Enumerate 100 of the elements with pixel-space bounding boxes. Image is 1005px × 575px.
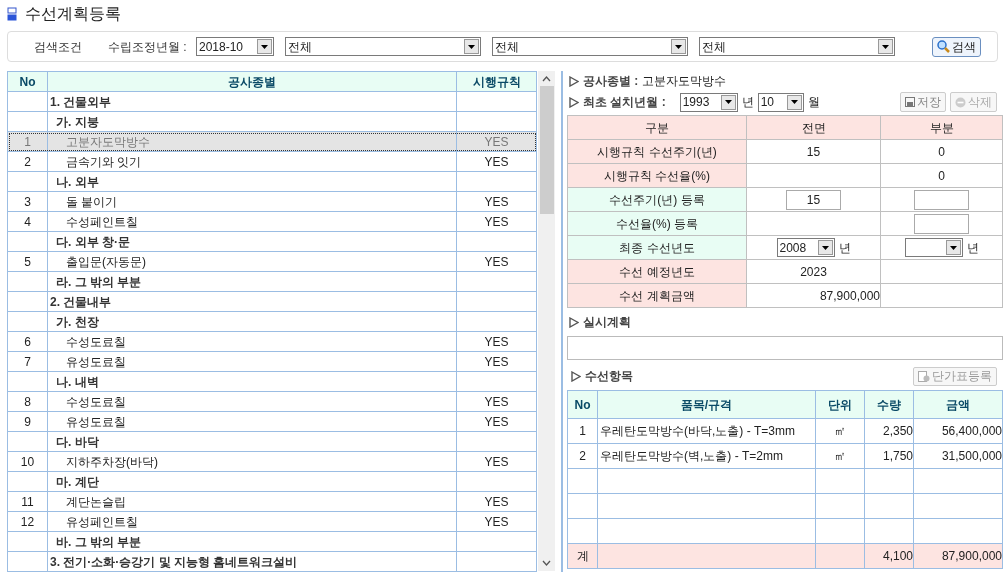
total-label: 계 [567, 543, 598, 569]
table-cell: 31,500,000 [913, 443, 1003, 469]
title-bullet-icon [7, 7, 17, 21]
add-page-icon [918, 370, 930, 382]
work-row[interactable]: 12 유성페인트칠 YES [7, 511, 537, 532]
work-row[interactable]: 3 돌 붙이기 YES [7, 191, 537, 212]
section-title: 실시계획 [583, 314, 631, 331]
table-cell: YES [456, 491, 537, 512]
table-cell: 10 [7, 451, 48, 472]
work-row[interactable]: 7 유성도료칠 YES [7, 351, 537, 372]
row-label: 수선주기(년) 등록 [567, 187, 747, 212]
column-header: 전면 [746, 115, 881, 140]
table-cell: 2,350 [864, 418, 914, 444]
work-row[interactable]: 4 수성페인트칠 YES [7, 211, 537, 232]
table-cell: YES [456, 131, 537, 152]
period-dropdown[interactable]: 2018-10 [196, 37, 274, 56]
table-cell: 출입문(자동문) [47, 251, 457, 272]
table-cell: YES [456, 191, 537, 212]
table-cell: 2 [7, 151, 48, 172]
column-header: 단위 [815, 390, 865, 419]
table-cell: 0 [880, 163, 1003, 188]
unit-label: 년 [741, 94, 754, 111]
row-label: 수선율(%) 등록 [567, 211, 747, 236]
search-button[interactable]: 검색 [932, 36, 981, 57]
table-cell: ㎡ [815, 443, 865, 469]
table-cell: YES [456, 351, 537, 372]
work-row[interactable]: 5 출입문(자동문) YES [7, 251, 537, 272]
category-heading: 라. 그 밖의 부분 [47, 271, 457, 292]
work-type-value: 고분자도막방수 [642, 73, 727, 90]
table-cell: 지하주차장(바닥) [47, 451, 457, 472]
table-cell: 수성도료칠 [47, 331, 457, 352]
column-header: 부분 [880, 115, 1003, 140]
dropdown-arrow-icon [790, 100, 798, 104]
section-title: 수선항목 [585, 368, 633, 385]
category-heading: 가. 지붕 [47, 111, 457, 132]
work-row[interactable]: 1 고분자도막방수 YES [7, 131, 537, 152]
category-heading: 마. 계단 [47, 471, 457, 492]
table-cell: YES [456, 151, 537, 172]
scrollbar[interactable] [538, 71, 555, 571]
filter-dropdown[interactable]: 전체 [492, 37, 688, 56]
year-dropdown[interactable]: 1993 [679, 92, 738, 112]
plan-text-field[interactable] [567, 336, 1003, 360]
column-header: 수량 [864, 390, 914, 419]
table-cell: 우레탄도막방수(벽,노출) - T=2mm [597, 443, 816, 469]
category-heading: 가. 천장 [47, 311, 457, 332]
category-heading: 나. 외부 [47, 171, 457, 192]
table-cell: 2 [567, 443, 598, 469]
table-cell: 6 [7, 331, 48, 352]
table-cell: 15 [746, 139, 881, 164]
year-dropdown[interactable]: 2008 [776, 238, 835, 257]
table-cell: 12 [7, 511, 48, 532]
number-input[interactable]: 15 [786, 189, 841, 210]
page-title: 수선계획등록 [25, 4, 121, 24]
row-label: 시행규칙 수선주기(년) [567, 139, 747, 164]
save-button[interactable]: 저장 [900, 92, 946, 112]
table-cell: 9 [7, 411, 48, 432]
table-cell: 유성도료칠 [47, 411, 457, 432]
minus-circle-icon [955, 96, 966, 108]
work-row[interactable]: 6 수성도료칠 YES [7, 331, 537, 352]
table-cell: 계단논슬립 [47, 491, 457, 512]
search-label: 검색조건 [34, 38, 83, 56]
scroll-up-icon[interactable] [542, 76, 551, 82]
table-cell: 1 [7, 131, 48, 152]
table-cell: YES [456, 331, 537, 352]
work-row[interactable]: 9 유성도료칠 YES [7, 411, 537, 432]
filter-dropdown[interactable]: 전체 [285, 37, 481, 56]
table-cell: YES [456, 211, 537, 232]
triangle-bullet-icon [569, 316, 579, 328]
table-cell: 11 [7, 491, 48, 512]
number-input[interactable] [914, 213, 969, 234]
table-cell: 4,100 [864, 543, 914, 569]
triangle-bullet-icon [569, 75, 579, 87]
work-row[interactable]: 2 금속기와 잇기 YES [7, 151, 537, 172]
period-label: 수립조정년월 : [108, 38, 188, 56]
work-row[interactable]: 11 계단논슬립 YES [7, 491, 537, 512]
dropdown-arrow-icon [821, 245, 829, 250]
column-header: 금액 [913, 390, 1003, 419]
category-heading: 다. 바닥 [47, 431, 457, 452]
table-cell: 1 [567, 418, 598, 444]
table-cell: 우레탄도막방수(바닥,노출) - T=3mm [597, 418, 816, 444]
month-dropdown[interactable]: 10 [757, 92, 804, 112]
scroll-thumb[interactable] [539, 86, 554, 214]
table-cell: 금속기와 잇기 [47, 151, 457, 172]
work-row[interactable]: 10 지하주차장(바닥) YES [7, 451, 537, 472]
year-dropdown[interactable] [904, 238, 963, 257]
work-type-label: 공사종별 : [583, 73, 639, 90]
column-header: 구분 [567, 115, 747, 140]
number-input[interactable] [914, 189, 969, 210]
filter-dropdown[interactable]: 전체 [699, 37, 895, 56]
work-row[interactable]: 8 수성도료칠 YES [7, 391, 537, 412]
column-header: 품목/규격 [597, 390, 816, 419]
table-cell: YES [456, 451, 537, 472]
table-cell: YES [456, 511, 537, 532]
dropdown-arrow-icon [882, 44, 889, 49]
scroll-down-icon[interactable] [542, 560, 551, 566]
section-heading: 1. 건물외부 [47, 91, 457, 112]
category-heading: 다. 외부 창·문 [47, 231, 457, 252]
table-cell: 87,900,000 [913, 543, 1003, 569]
table-cell: 1,750 [864, 443, 914, 469]
dropdown-arrow-icon [675, 44, 682, 49]
